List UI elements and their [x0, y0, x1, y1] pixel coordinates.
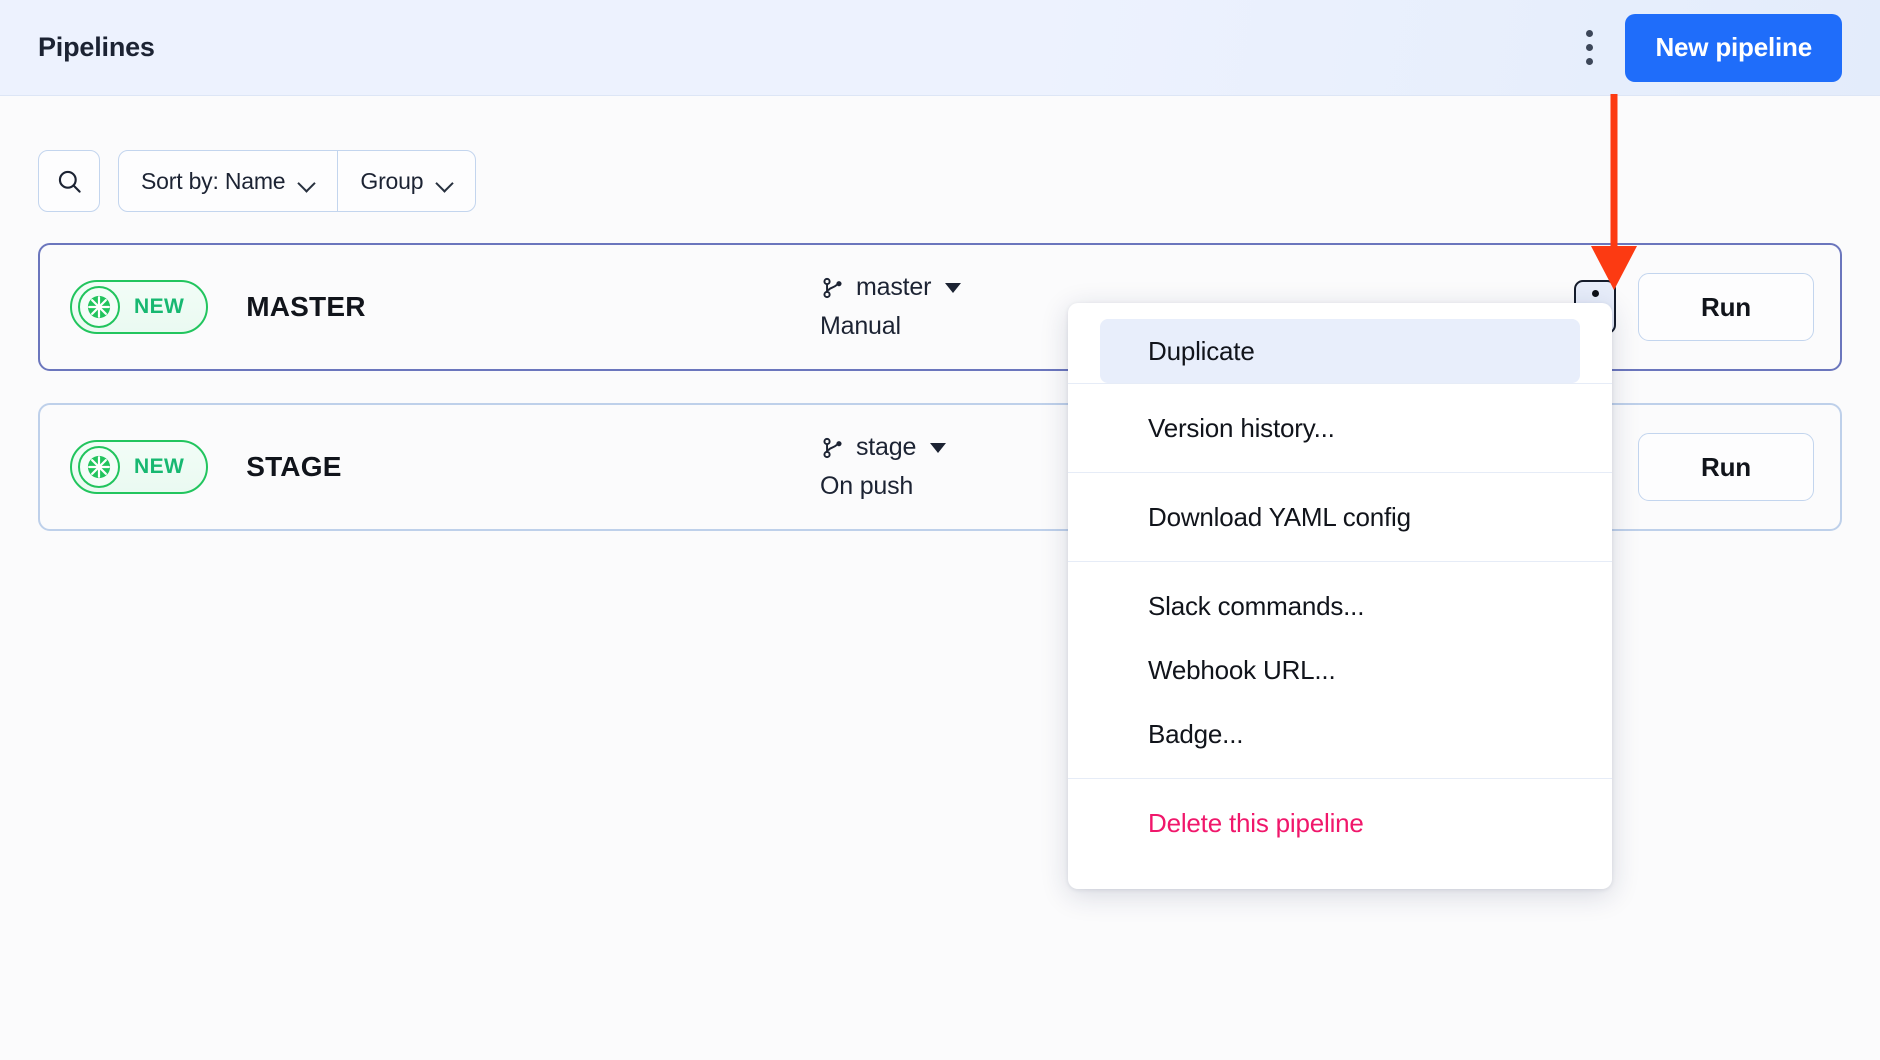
- menu-section: Download YAML config: [1068, 472, 1612, 561]
- kebab-dot-icon: [1585, 58, 1593, 65]
- menu-section: Slack commands... Webhook URL... Badge..…: [1068, 561, 1612, 778]
- red-down-arrow-annotation: [1591, 94, 1637, 290]
- run-button[interactable]: Run: [1638, 273, 1814, 341]
- pipelines-page: Pipelines New pipeline Sort by: Name Gro: [0, 0, 1880, 1060]
- filter-segmented-control: Sort by: Name Group: [118, 150, 477, 212]
- branch-selector[interactable]: stage: [820, 433, 947, 462]
- status-badge: NEW: [70, 440, 209, 494]
- search-icon: [58, 170, 81, 193]
- pipeline-name: MASTER: [246, 291, 366, 322]
- menu-item-slack-commands[interactable]: Slack commands...: [1100, 574, 1580, 638]
- status-badge-label: NEW: [134, 455, 185, 478]
- kebab-dot-icon: [1585, 44, 1593, 51]
- pipeline-meta: master Manual: [820, 273, 962, 341]
- menu-section: Delete this pipeline: [1068, 778, 1612, 867]
- chevron-down-icon: [437, 177, 453, 186]
- pipeline-status-icon: [78, 286, 120, 328]
- header-kebab-menu-button[interactable]: [1567, 20, 1611, 76]
- pipeline-context-menu: Duplicate Version history... Download YA…: [1068, 303, 1612, 889]
- menu-item-download-yaml-config[interactable]: Download YAML config: [1100, 485, 1580, 549]
- trigger-mode: Manual: [820, 312, 901, 340]
- chevron-down-icon: [299, 177, 315, 186]
- menu-section: Duplicate: [1068, 319, 1612, 383]
- trigger-mode: On push: [820, 472, 914, 500]
- menu-item-badge[interactable]: Badge...: [1100, 702, 1580, 766]
- branch-selector[interactable]: master: [820, 273, 962, 302]
- caret-down-icon: [945, 282, 962, 293]
- pipeline-wheel-icon: [87, 295, 111, 319]
- sort-by-dropdown[interactable]: Sort by: Name: [119, 151, 337, 211]
- group-dropdown[interactable]: Group: [337, 151, 475, 211]
- run-button[interactable]: Run: [1638, 433, 1814, 501]
- menu-item-duplicate[interactable]: Duplicate: [1100, 319, 1580, 383]
- group-label: Group: [360, 167, 424, 194]
- new-pipeline-button[interactable]: New pipeline: [1625, 13, 1842, 82]
- pipeline-status-icon: [78, 446, 120, 488]
- pipeline-name: STAGE: [246, 451, 342, 482]
- pipelines-toolbar: Sort by: Name Group: [38, 150, 477, 212]
- page-title: Pipelines: [38, 32, 155, 62]
- git-branch-icon: [823, 437, 842, 458]
- branch-name: stage: [856, 433, 917, 461]
- menu-item-delete-this-pipeline[interactable]: Delete this pipeline: [1100, 791, 1580, 855]
- caret-down-icon: [930, 442, 947, 453]
- status-badge: NEW: [70, 280, 209, 334]
- header-actions: New pipeline: [1567, 0, 1880, 95]
- branch-name: master: [856, 273, 932, 301]
- menu-section: Version history...: [1068, 383, 1612, 472]
- pipeline-meta: stage On push: [820, 433, 947, 501]
- menu-item-webhook-url[interactable]: Webhook URL...: [1100, 638, 1580, 702]
- git-branch-icon: [823, 277, 842, 298]
- status-badge-label: NEW: [134, 295, 185, 318]
- sort-by-label: Sort by: Name: [141, 167, 286, 194]
- kebab-dot-icon: [1585, 30, 1593, 37]
- menu-item-version-history[interactable]: Version history...: [1100, 396, 1580, 460]
- search-button[interactable]: [38, 150, 100, 212]
- pipeline-wheel-icon: [87, 455, 111, 479]
- page-header: Pipelines New pipeline: [0, 0, 1880, 96]
